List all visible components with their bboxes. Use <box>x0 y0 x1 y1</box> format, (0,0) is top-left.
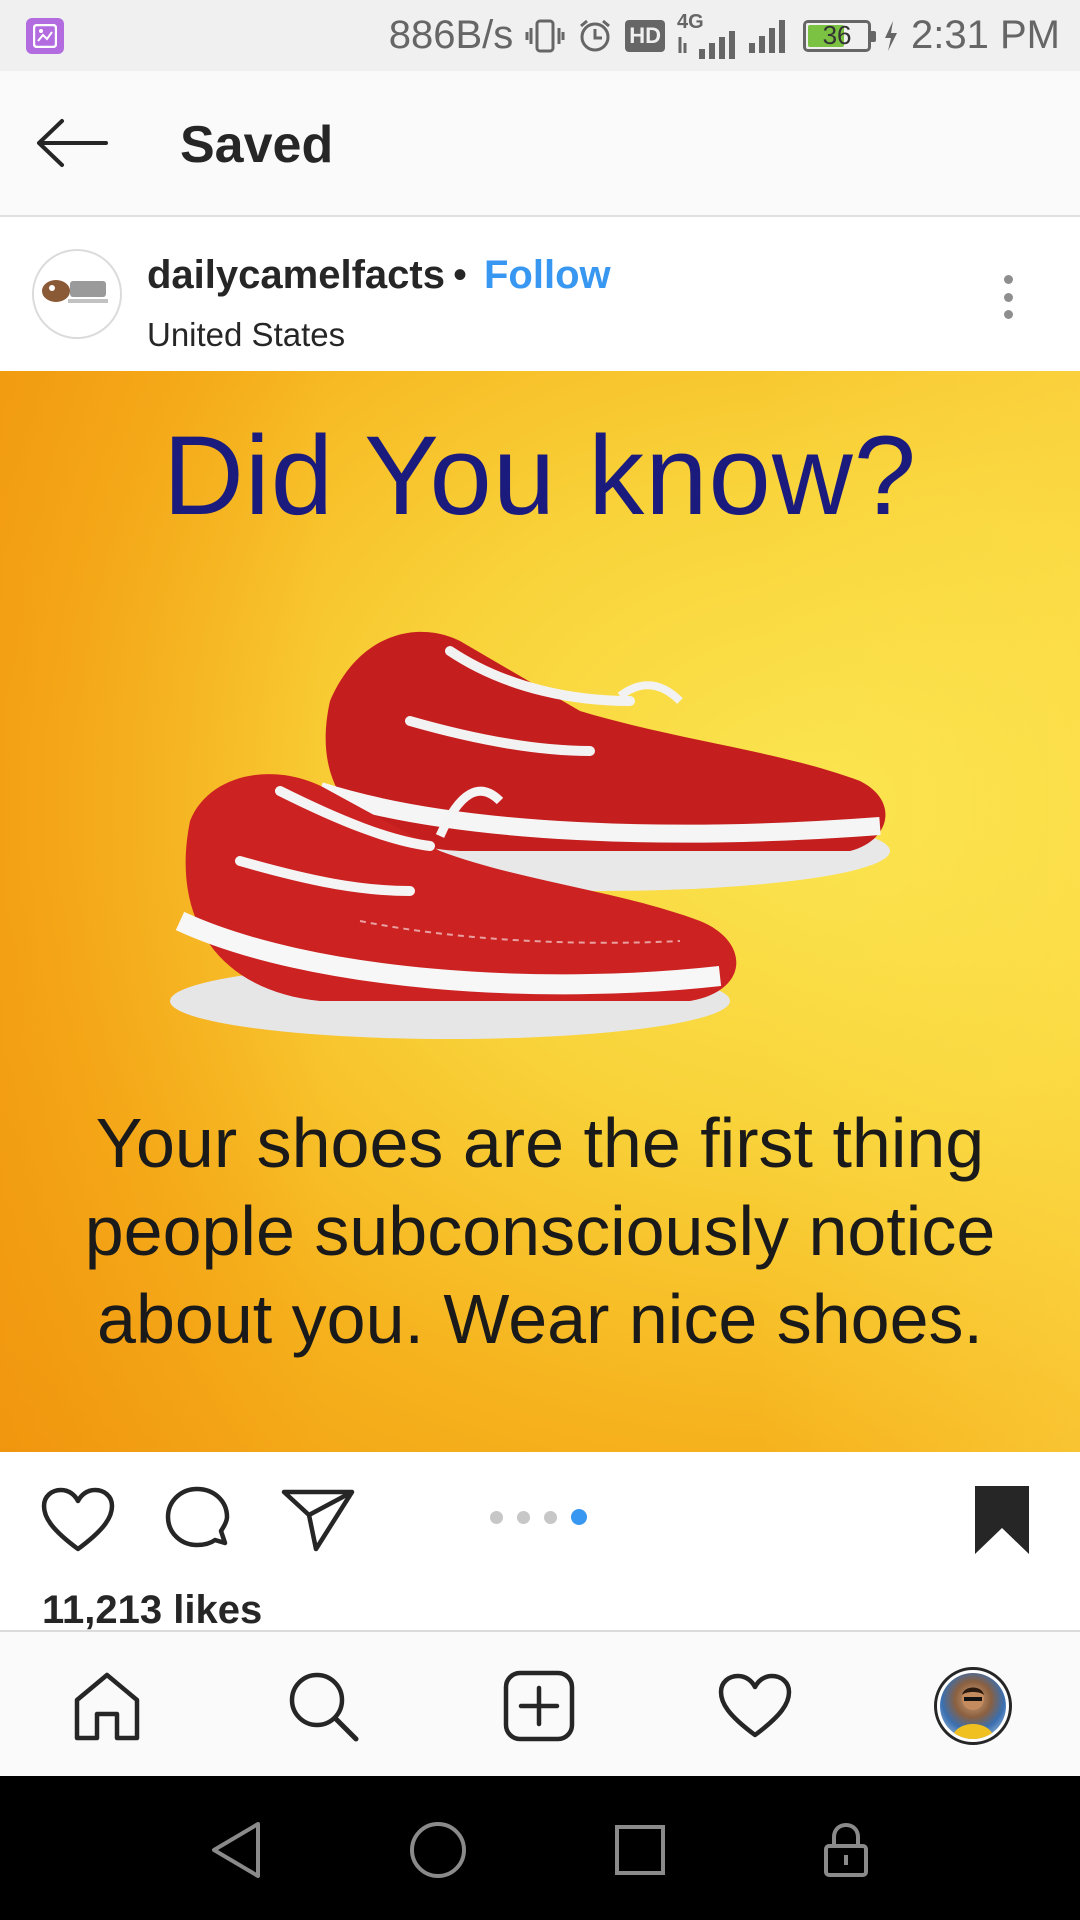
system-recents-button[interactable] <box>600 1812 680 1888</box>
system-back-button[interactable] <box>196 1812 276 1888</box>
network-speed: 886B/s <box>388 13 514 57</box>
gallery-icon <box>26 18 64 54</box>
comment-icon <box>165 1486 230 1548</box>
follow-button[interactable]: Follow <box>484 253 611 298</box>
profile-avatar <box>934 1667 1012 1745</box>
paper-plane-icon <box>281 1489 355 1552</box>
system-home-button[interactable] <box>398 1812 478 1888</box>
image-heading: Did You know? <box>162 413 917 538</box>
hd-badge: HD <box>625 19 666 52</box>
system-lock-button[interactable] <box>806 1812 886 1888</box>
activity-heart-icon <box>718 1673 792 1738</box>
carousel-dot-active <box>571 1509 587 1525</box>
carousel-indicator <box>490 1509 587 1525</box>
app-header: Saved <box>0 71 1080 217</box>
add-post-icon <box>503 1670 575 1742</box>
saved-bookmark-button[interactable] <box>962 1480 1042 1560</box>
red-boat-shoes-illustration <box>170 631 890 1039</box>
image-caption: Your shoes are the first thing people su… <box>84 1104 996 1358</box>
alarm-icon <box>580 19 611 51</box>
comment-button[interactable] <box>158 1480 238 1560</box>
more-dots-icon <box>1003 275 1013 284</box>
like-button[interactable] <box>38 1480 118 1560</box>
separator-dot: • <box>453 253 468 297</box>
nav-search[interactable] <box>278 1664 368 1748</box>
back-button[interactable] <box>30 111 114 175</box>
nav-add-post[interactable] <box>494 1664 584 1748</box>
back-triangle-icon <box>212 1822 260 1878</box>
system-navigation-bar <box>0 1776 1080 1920</box>
more-options-button[interactable] <box>990 267 1026 327</box>
nav-profile[interactable] <box>928 1664 1018 1748</box>
post-header: dailycamelfacts • Follow United States <box>0 217 1080 371</box>
author-avatar[interactable] <box>32 249 122 339</box>
post-location[interactable]: United States <box>147 316 345 354</box>
bookmark-filled-icon <box>975 1486 1029 1554</box>
home-icon <box>74 1672 140 1741</box>
arrow-left-icon <box>37 119 108 167</box>
page-title: Saved <box>180 116 334 174</box>
recents-square-icon <box>615 1825 665 1875</box>
author-username[interactable]: dailycamelfacts <box>147 253 445 298</box>
likes-count[interactable]: 11,213 likes <box>42 1588 262 1633</box>
carousel-dot <box>544 1510 557 1524</box>
post-image[interactable]: Did You know? Your shoes are the first t… <box>0 371 1080 1452</box>
post-action-bar <box>0 1452 1080 1592</box>
lock-icon <box>824 1822 868 1877</box>
charging-icon <box>885 20 898 51</box>
home-circle-icon <box>410 1822 466 1878</box>
signal-icon <box>749 19 786 53</box>
nav-home[interactable] <box>62 1664 152 1748</box>
carousel-dot <box>517 1510 530 1524</box>
network-type-signal: 4G <box>677 11 736 59</box>
battery-indicator: 36 <box>803 19 877 52</box>
heart-icon <box>41 1487 115 1552</box>
carousel-dot <box>490 1510 503 1524</box>
status-bar: 886B/s HD 4G 36 2:31 PM <box>0 0 1080 71</box>
status-icons: 886B/s HD 4G 36 2:31 PM <box>389 0 1060 71</box>
clock-time: 2:31 PM <box>911 13 1060 57</box>
bottom-nav <box>0 1630 1080 1776</box>
share-button[interactable] <box>278 1480 358 1560</box>
nav-activity[interactable] <box>710 1664 800 1748</box>
search-icon <box>289 1672 359 1742</box>
vibrate-icon <box>525 19 565 52</box>
